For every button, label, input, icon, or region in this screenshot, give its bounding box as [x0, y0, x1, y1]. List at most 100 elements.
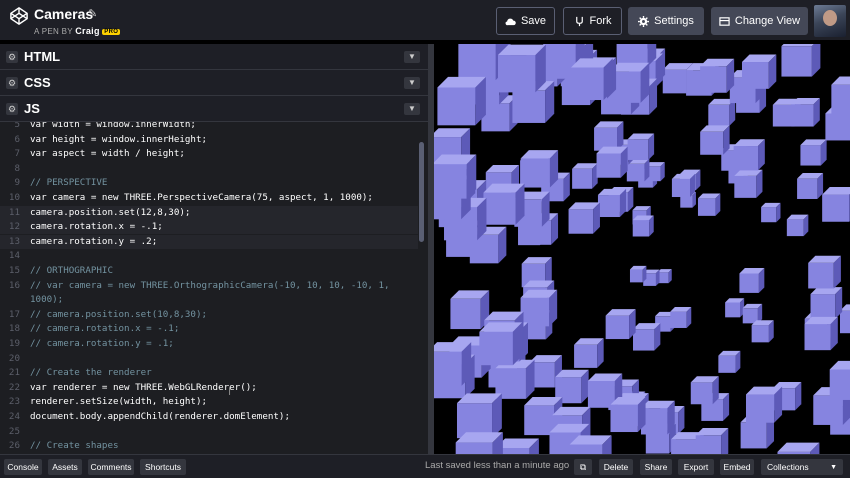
change-view-label: Change View — [734, 15, 801, 27]
js-panel-header[interactable]: ⚙ JS ▼ — [0, 96, 428, 122]
code-line[interactable]: 9 // PERSPECTIVE — [0, 176, 107, 190]
cube-shape — [574, 338, 604, 368]
cube-shape — [777, 442, 820, 454]
save-status-text: Last saved less than a minute ago — [425, 460, 570, 471]
cube-shape — [800, 139, 827, 166]
js-code-editor[interactable]: 5 var width = window.innerWidth; 6 var heig… — [0, 122, 428, 454]
code-line[interactable]: 18 // camera.rotation.x = -.1; — [0, 322, 179, 336]
code-line[interactable]: 19 // camera.rotation.y = .1; — [0, 337, 174, 351]
bottom-bar: Console Assets Comments Shortcuts Last s… — [0, 454, 850, 478]
layout-icon — [719, 16, 730, 26]
code-line[interactable]: 23 renderer.setSize(width, height); — [0, 395, 207, 409]
cube-shape — [498, 44, 546, 93]
code-line[interactable]: 17 // camera.position.set(10,8,30); — [0, 308, 207, 322]
js-collapse-chevron-icon[interactable]: ▼ — [404, 103, 420, 115]
cube-shape — [520, 289, 558, 327]
codepen-logo-icon[interactable] — [10, 7, 28, 25]
code-line[interactable]: 26 // Create shapes — [0, 439, 119, 453]
user-avatar[interactable] — [814, 5, 846, 37]
cube-shape — [479, 322, 523, 366]
cube-shape — [671, 173, 696, 198]
cube-shape — [434, 154, 477, 199]
export-button[interactable]: Export — [678, 459, 714, 475]
code-line[interactable]: 22 var renderer = new THREE.WebGLRenderer… — [0, 381, 257, 395]
css-settings-gear-icon[interactable]: ⚙ — [6, 77, 18, 89]
line-number: 6 — [14, 133, 20, 145]
cube-shape — [822, 186, 850, 222]
css-collapse-chevron-icon[interactable]: ▼ — [404, 77, 420, 89]
cube-shape — [495, 359, 535, 399]
settings-button[interactable]: Settings — [628, 7, 704, 35]
line-number: 24 — [8, 411, 20, 422]
code-text: var aspect = width / height; — [30, 148, 185, 160]
code-line[interactable]: 24 document.body.appendChild(renderer.dom… — [0, 410, 290, 424]
comments-button[interactable]: Comments — [88, 459, 134, 475]
console-button[interactable]: Console — [4, 459, 42, 475]
editor-column: ⚙ HTML ▼ ⚙ CSS ▼ ⚙ JS ▼ 5 var width = win… — [0, 44, 428, 454]
css-panel-title: CSS — [24, 75, 51, 90]
cube-shape — [831, 76, 850, 115]
cube-shape — [633, 323, 661, 351]
line-number: 19 — [8, 338, 20, 349]
code-line[interactable]: 7 var aspect = width / height; — [0, 147, 185, 161]
text-cursor-icon: Ι — [228, 386, 232, 398]
line-number: 25 — [8, 425, 20, 437]
code-line[interactable]: 13 camera.rotation.y = .2; — [0, 234, 418, 249]
line-number: 21 — [8, 367, 20, 379]
code-text: // var camera = new THREE.OrthographicCa… — [30, 279, 390, 291]
cube-shape — [657, 269, 672, 284]
js-settings-gear-icon[interactable]: ⚙ — [6, 103, 18, 115]
cube-shape — [520, 150, 559, 188]
line-number: 5 — [14, 122, 20, 130]
pen-title[interactable]: Cameras — [34, 6, 93, 22]
save-button[interactable]: Save — [496, 7, 555, 35]
code-line[interactable]: 12 camera.rotation.x = -.1; — [0, 220, 418, 235]
code-line[interactable]: 16 // var camera = new THREE.Orthographic… — [0, 279, 390, 293]
code-line[interactable]: 14 — [0, 249, 30, 263]
html-settings-gear-icon[interactable]: ⚙ — [6, 51, 18, 63]
external-link-icon[interactable]: ⧉ — [574, 459, 592, 475]
code-line[interactable]: 10 var camera = new THREE.PerspectiveCame… — [0, 191, 373, 205]
assets-button[interactable]: Assets — [48, 459, 82, 475]
shortcuts-button[interactable]: Shortcuts — [140, 459, 186, 475]
code-text: 1000); — [30, 294, 64, 306]
code-text: // PERSPECTIVE — [30, 177, 108, 189]
code-line[interactable]: 21 // Create the renderer — [0, 366, 152, 380]
cube-shape — [761, 202, 781, 223]
code-text: document.body.appendChild(renderer.domEl… — [30, 411, 290, 422]
author-link[interactable]: Craig — [75, 26, 100, 36]
cube-shape — [594, 121, 624, 151]
cube-shape — [455, 432, 503, 454]
result-preview[interactable] — [434, 44, 850, 454]
line-number: 15 — [8, 265, 20, 276]
code-line[interactable]: 15 // ORTHOGRAPHIC — [0, 264, 113, 278]
edit-title-icon[interactable]: ✎ — [88, 7, 97, 20]
cube-shape — [718, 350, 741, 373]
html-collapse-chevron-icon[interactable]: ▼ — [404, 51, 420, 63]
embed-button[interactable]: Embed — [720, 459, 754, 475]
cube-shape — [437, 76, 486, 126]
code-line[interactable]: 5 var width = window.innerWidth; — [0, 122, 196, 132]
collections-dropdown[interactable]: Collections ▼ — [761, 459, 843, 475]
code-line[interactable]: 1000); — [0, 293, 63, 307]
css-panel-header[interactable]: ⚙ CSS ▼ — [0, 70, 428, 96]
code-line[interactable]: 8 — [0, 162, 30, 176]
cube-shape — [605, 309, 636, 340]
code-line[interactable]: 20 — [0, 352, 30, 366]
cube-shape — [745, 386, 783, 423]
cubes-scene — [434, 44, 850, 454]
code-line[interactable]: 25 — [0, 425, 30, 439]
fork-button[interactable]: Fork — [563, 7, 622, 35]
code-line[interactable]: 11 camera.position.set(12,8,30); — [0, 205, 418, 220]
share-button[interactable]: Share — [640, 459, 672, 475]
cube-shape — [690, 376, 719, 405]
line-number: 10 — [8, 192, 20, 203]
code-line[interactable]: 6 var height = window.innerHeight; — [0, 133, 207, 147]
html-panel-header[interactable]: ⚙ HTML ▼ — [0, 44, 428, 70]
code-scrollbar[interactable] — [419, 142, 424, 242]
cube-shape — [627, 133, 655, 160]
delete-button[interactable]: Delete — [599, 459, 633, 475]
change-view-button[interactable]: Change View — [711, 7, 808, 35]
cube-shape — [751, 320, 774, 343]
cube-shape — [597, 188, 627, 218]
